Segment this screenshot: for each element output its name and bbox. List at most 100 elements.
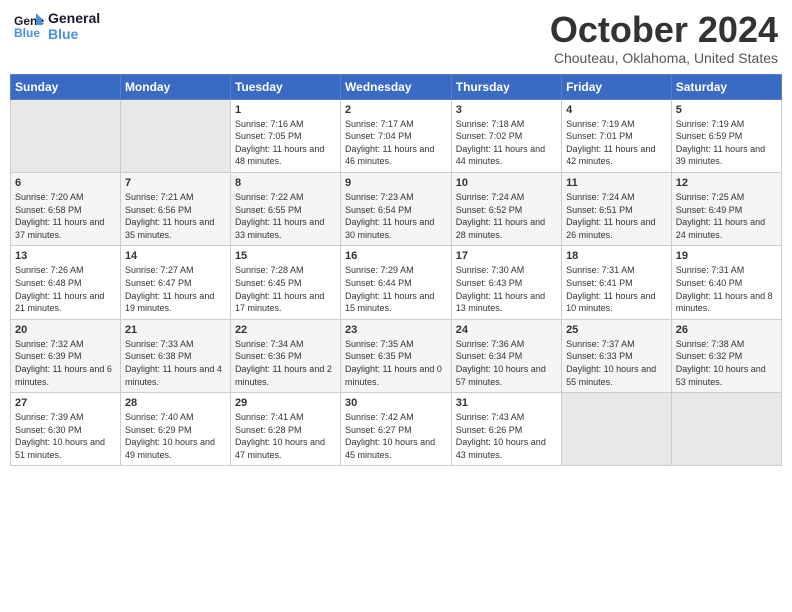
day-number: 14	[125, 250, 226, 262]
day-number: 15	[235, 250, 336, 262]
day-info: Sunrise: 7:37 AMSunset: 6:33 PMDaylight:…	[566, 338, 667, 388]
day-number: 30	[345, 397, 447, 409]
day-number: 23	[345, 324, 447, 336]
title-section: October 2024 Chouteau, Oklahoma, United …	[550, 10, 778, 66]
day-info: Sunrise: 7:17 AMSunset: 7:04 PMDaylight:…	[345, 118, 447, 168]
day-number: 29	[235, 397, 336, 409]
calendar-cell: 4 Sunrise: 7:19 AMSunset: 7:01 PMDaylight…	[562, 99, 672, 172]
calendar-week-row: 13 Sunrise: 7:26 AMSunset: 6:48 PMDayligh…	[11, 246, 782, 319]
calendar-cell: 23 Sunrise: 7:35 AMSunset: 6:35 PMDayligh…	[341, 319, 452, 392]
calendar-cell: 7 Sunrise: 7:21 AMSunset: 6:56 PMDaylight…	[120, 172, 230, 245]
calendar-cell	[562, 393, 672, 466]
logo: General Blue General Blue	[14, 10, 100, 42]
day-info: Sunrise: 7:24 AMSunset: 6:52 PMDaylight:…	[456, 191, 557, 241]
logo-text: General Blue	[48, 10, 100, 42]
day-info: Sunrise: 7:21 AMSunset: 6:56 PMDaylight:…	[125, 191, 226, 241]
day-info: Sunrise: 7:26 AMSunset: 6:48 PMDaylight:…	[15, 264, 116, 314]
location-subtitle: Chouteau, Oklahoma, United States	[550, 50, 778, 66]
calendar-cell: 10 Sunrise: 7:24 AMSunset: 6:52 PMDayligh…	[451, 172, 561, 245]
weekday-header: Tuesday	[230, 74, 340, 99]
day-number: 3	[456, 104, 557, 116]
day-info: Sunrise: 7:36 AMSunset: 6:34 PMDaylight:…	[456, 338, 557, 388]
day-number: 8	[235, 177, 336, 189]
day-number: 20	[15, 324, 116, 336]
day-number: 2	[345, 104, 447, 116]
calendar-cell: 25 Sunrise: 7:37 AMSunset: 6:33 PMDayligh…	[562, 319, 672, 392]
day-info: Sunrise: 7:28 AMSunset: 6:45 PMDaylight:…	[235, 264, 336, 314]
day-number: 18	[566, 250, 667, 262]
calendar-cell: 22Sunrise: 7:34 AMSunset: 6:36 PMDayligh…	[230, 319, 340, 392]
day-number: 24	[456, 324, 557, 336]
day-number: 26	[676, 324, 777, 336]
day-info: Sunrise: 7:16 AMSunset: 7:05 PMDaylight:…	[235, 118, 336, 168]
day-info: Sunrise: 7:18 AMSunset: 7:02 PMDaylight:…	[456, 118, 557, 168]
day-number: 27	[15, 397, 116, 409]
day-number: 5	[676, 104, 777, 116]
day-info: Sunrise: 7:29 AMSunset: 6:44 PMDaylight:…	[345, 264, 447, 314]
day-number: 16	[345, 250, 447, 262]
svg-text:Blue: Blue	[14, 26, 40, 40]
calendar-cell: 24 Sunrise: 7:36 AMSunset: 6:34 PMDayligh…	[451, 319, 561, 392]
calendar-cell: 2 Sunrise: 7:17 AMSunset: 7:04 PMDaylight…	[341, 99, 452, 172]
month-title: October 2024	[550, 10, 778, 50]
calendar-cell: 21 Sunrise: 7:33 AMSunset: 6:38 PMDayligh…	[120, 319, 230, 392]
day-number: 22	[235, 324, 336, 336]
day-number: 1	[235, 104, 336, 116]
day-info: Sunrise: 7:19 AMSunset: 7:01 PMDaylight:…	[566, 118, 667, 168]
day-number: 10	[456, 177, 557, 189]
day-number: 11	[566, 177, 667, 189]
day-number: 21	[125, 324, 226, 336]
day-info: Sunrise: 7:38 AMSunset: 6:32 PMDaylight:…	[676, 338, 777, 388]
day-number: 7	[125, 177, 226, 189]
day-info: Sunrise: 7:33 AMSunset: 6:38 PMDaylight:…	[125, 338, 226, 388]
day-info: Sunrise: 7:32 AMSunset: 6:39 PMDaylight:…	[15, 338, 116, 388]
day-number: 25	[566, 324, 667, 336]
day-info: Sunrise: 7:39 AMSunset: 6:30 PMDaylight:…	[15, 411, 116, 461]
calendar-cell: 5Sunrise: 7:19 AMSunset: 6:59 PMDaylight…	[671, 99, 781, 172]
weekday-header: Wednesday	[341, 74, 452, 99]
calendar-cell: 27 Sunrise: 7:39 AMSunset: 6:30 PMDayligh…	[11, 393, 121, 466]
day-info: Sunrise: 7:31 AMSunset: 6:40 PMDaylight:…	[676, 264, 777, 314]
calendar-cell: 3 Sunrise: 7:18 AMSunset: 7:02 PMDaylight…	[451, 99, 561, 172]
calendar-cell: 28 Sunrise: 7:40 AMSunset: 6:29 PMDayligh…	[120, 393, 230, 466]
day-info: Sunrise: 7:22 AMSunset: 6:55 PMDaylight:…	[235, 191, 336, 241]
calendar-cell: 8 Sunrise: 7:22 AMSunset: 6:55 PMDaylight…	[230, 172, 340, 245]
calendar-cell	[671, 393, 781, 466]
calendar-week-row: 6 Sunrise: 7:20 AMSunset: 6:58 PMDaylight…	[11, 172, 782, 245]
calendar-cell: 26 Sunrise: 7:38 AMSunset: 6:32 PMDayligh…	[671, 319, 781, 392]
day-info: Sunrise: 7:41 AMSunset: 6:28 PMDaylight:…	[235, 411, 336, 461]
calendar-cell: 29 Sunrise: 7:41 AMSunset: 6:28 PMDayligh…	[230, 393, 340, 466]
calendar-cell: 17 Sunrise: 7:30 AMSunset: 6:43 PMDayligh…	[451, 246, 561, 319]
day-number: 12	[676, 177, 777, 189]
calendar-cell: 11 Sunrise: 7:24 AMSunset: 6:51 PMDayligh…	[562, 172, 672, 245]
calendar-cell	[120, 99, 230, 172]
day-info: Sunrise: 7:23 AMSunset: 6:54 PMDaylight:…	[345, 191, 447, 241]
day-info: Sunrise: 7:40 AMSunset: 6:29 PMDaylight:…	[125, 411, 226, 461]
calendar-cell: 19 Sunrise: 7:31 AMSunset: 6:40 PMDayligh…	[671, 246, 781, 319]
calendar-cell: 13 Sunrise: 7:26 AMSunset: 6:48 PMDayligh…	[11, 246, 121, 319]
day-number: 17	[456, 250, 557, 262]
day-info: Sunrise: 7:31 AMSunset: 6:41 PMDaylight:…	[566, 264, 667, 314]
day-number: 9	[345, 177, 447, 189]
calendar-cell: 18 Sunrise: 7:31 AMSunset: 6:41 PMDayligh…	[562, 246, 672, 319]
day-info: Sunrise: 7:20 AMSunset: 6:58 PMDaylight:…	[15, 191, 116, 241]
day-info: Sunrise: 7:24 AMSunset: 6:51 PMDaylight:…	[566, 191, 667, 241]
calendar-cell: 15 Sunrise: 7:28 AMSunset: 6:45 PMDayligh…	[230, 246, 340, 319]
calendar-cell: 20 Sunrise: 7:32 AMSunset: 6:39 PMDayligh…	[11, 319, 121, 392]
day-number: 28	[125, 397, 226, 409]
weekday-header: Saturday	[671, 74, 781, 99]
day-number: 19	[676, 250, 777, 262]
calendar-week-row: 20 Sunrise: 7:32 AMSunset: 6:39 PMDayligh…	[11, 319, 782, 392]
day-info: Sunrise: 7:25 AMSunset: 6:49 PMDaylight:…	[676, 191, 777, 241]
calendar-cell: 6 Sunrise: 7:20 AMSunset: 6:58 PMDaylight…	[11, 172, 121, 245]
day-info: Sunrise: 7:30 AMSunset: 6:43 PMDaylight:…	[456, 264, 557, 314]
calendar-cell: 1 Sunrise: 7:16 AMSunset: 7:05 PMDaylight…	[230, 99, 340, 172]
weekday-header: Sunday	[11, 74, 121, 99]
day-number: 31	[456, 397, 557, 409]
day-number: 6	[15, 177, 116, 189]
day-info: Sunrise: 7:35 AMSunset: 6:35 PMDaylight:…	[345, 338, 447, 388]
day-number: 4	[566, 104, 667, 116]
calendar-table: SundayMondayTuesdayWednesdayThursdayFrid…	[10, 74, 782, 467]
calendar-cell: 30Sunrise: 7:42 AMSunset: 6:27 PMDayligh…	[341, 393, 452, 466]
day-number: 13	[15, 250, 116, 262]
